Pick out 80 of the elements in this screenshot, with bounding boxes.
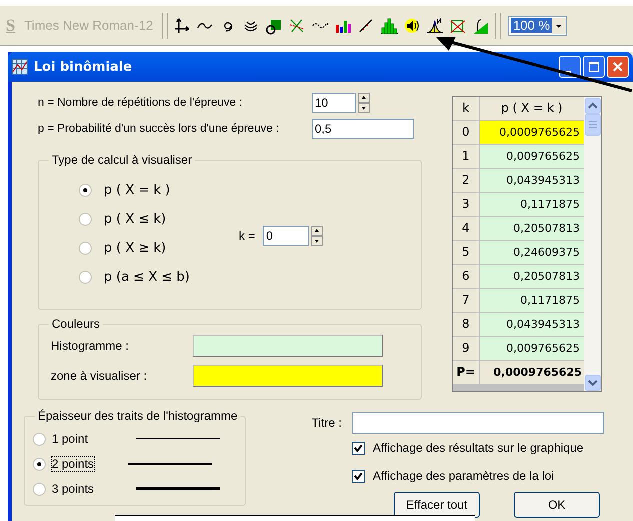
integral-icon[interactable] bbox=[472, 16, 490, 34]
field-label: n = Nombre de répétitions de l'épreuve : bbox=[38, 96, 244, 111]
field-label: k = bbox=[239, 229, 256, 243]
row-header: 3 bbox=[453, 193, 479, 216]
number-field[interactable]: 0 bbox=[263, 226, 310, 246]
checkbox[interactable] bbox=[352, 470, 365, 482]
table-cell[interactable]: 0,009765625 bbox=[480, 337, 584, 360]
table-cell[interactable]: 0,0009765625 bbox=[480, 121, 584, 144]
radio-button[interactable] bbox=[79, 213, 92, 226]
checkbox[interactable] bbox=[352, 442, 365, 454]
close-icon bbox=[613, 62, 623, 72]
table-cell: 0,0009765625 bbox=[480, 361, 584, 384]
group-title: Type de calcul à visualiser bbox=[49, 153, 196, 167]
table-cell[interactable]: 0,1171875 bbox=[480, 193, 584, 216]
column-header: k bbox=[453, 97, 479, 120]
number-field[interactable]: 10 bbox=[312, 93, 356, 113]
row-header: 7 bbox=[453, 289, 479, 312]
line-icon[interactable] bbox=[357, 16, 376, 34]
row-header: 1 bbox=[453, 145, 479, 168]
option-label: p ( X ≥ k) bbox=[104, 241, 166, 256]
maximize-button[interactable] bbox=[583, 56, 605, 78]
table-cell[interactable]: 0,009765625 bbox=[480, 145, 584, 168]
row-header: 5 bbox=[453, 241, 479, 264]
scroll-thumb[interactable] bbox=[585, 114, 601, 136]
scroll-up-icon[interactable] bbox=[585, 98, 601, 114]
spin-buttons-icon[interactable] bbox=[358, 93, 370, 113]
color-label: Histogramme : bbox=[51, 339, 130, 353]
table-cell[interactable]: 0,043945313 bbox=[480, 313, 584, 336]
table-cell[interactable]: 0,24609375 bbox=[480, 241, 584, 264]
group-title: Couleurs bbox=[49, 317, 104, 331]
radio-button[interactable] bbox=[33, 482, 46, 496]
field-label: Titre : bbox=[310, 416, 342, 430]
bell-curve-icon[interactable] bbox=[426, 16, 444, 34]
color-label: zone à visualiser : bbox=[51, 369, 148, 383]
row-header: 9 bbox=[453, 337, 479, 360]
histogram-icon[interactable] bbox=[380, 16, 398, 34]
option-label: 2 points bbox=[52, 457, 94, 471]
table-cell[interactable]: 0,1171875 bbox=[480, 289, 584, 312]
row-header: 2 bbox=[453, 169, 479, 192]
window-title: Loi binômiale bbox=[34, 60, 134, 74]
color-swatch[interactable] bbox=[193, 335, 383, 357]
text-field[interactable] bbox=[352, 412, 604, 434]
group-title: Épaisseur des traits de l'histogramme bbox=[35, 409, 241, 423]
color-swatch[interactable] bbox=[193, 365, 383, 387]
minimize-icon bbox=[565, 71, 571, 73]
speaker-icon[interactable] bbox=[403, 16, 422, 34]
checkbox-label: Affichage des résultats sur le graphique bbox=[373, 441, 584, 455]
row-header: 6 bbox=[453, 265, 479, 288]
zoom-combo[interactable]: 100 % bbox=[508, 16, 568, 36]
checkbox-label: Affichage des paramètres de la loi bbox=[373, 469, 554, 483]
table-cell[interactable]: 0,20507813 bbox=[480, 217, 584, 240]
spin-buttons-icon[interactable] bbox=[311, 226, 324, 246]
close-button[interactable] bbox=[607, 56, 629, 78]
table-cell[interactable]: 0,043945313 bbox=[480, 169, 584, 192]
ok-button[interactable]: OK bbox=[514, 492, 600, 518]
maximize-icon bbox=[589, 62, 599, 72]
crossing-lines-icon[interactable] bbox=[288, 16, 306, 34]
row-header: 4 bbox=[453, 217, 479, 240]
radio-button[interactable] bbox=[33, 458, 46, 470]
option-label: p (a ≤ X ≤ b) bbox=[104, 270, 190, 285]
option-label: p ( X ≤ k) bbox=[104, 212, 166, 227]
row-header: 0 bbox=[453, 121, 479, 144]
grid-icon bbox=[12, 59, 28, 75]
column-header: p ( X = k ) bbox=[480, 97, 584, 120]
radio-button[interactable] bbox=[79, 184, 92, 197]
radio-button[interactable] bbox=[79, 271, 92, 284]
radio-button[interactable] bbox=[33, 432, 46, 446]
scroll-down-icon[interactable] bbox=[585, 375, 601, 391]
option-label: 3 points bbox=[52, 482, 96, 496]
field-label: p = Probabilité d'un succès lors d'une épreuve : bbox=[38, 122, 280, 137]
option-label: p ( X = k ) bbox=[104, 183, 170, 198]
scrollbar[interactable] bbox=[584, 97, 601, 391]
radio-button[interactable] bbox=[79, 242, 92, 255]
table-cell[interactable]: 0,20507813 bbox=[480, 265, 584, 288]
axes-icon[interactable] bbox=[173, 16, 192, 34]
text-field[interactable]: 0,5 bbox=[312, 119, 414, 139]
row-header: 8 bbox=[453, 313, 479, 336]
dropdown-icon[interactable] bbox=[552, 18, 566, 34]
option-label: 1 point bbox=[52, 432, 90, 446]
row-header: P= bbox=[453, 361, 479, 384]
